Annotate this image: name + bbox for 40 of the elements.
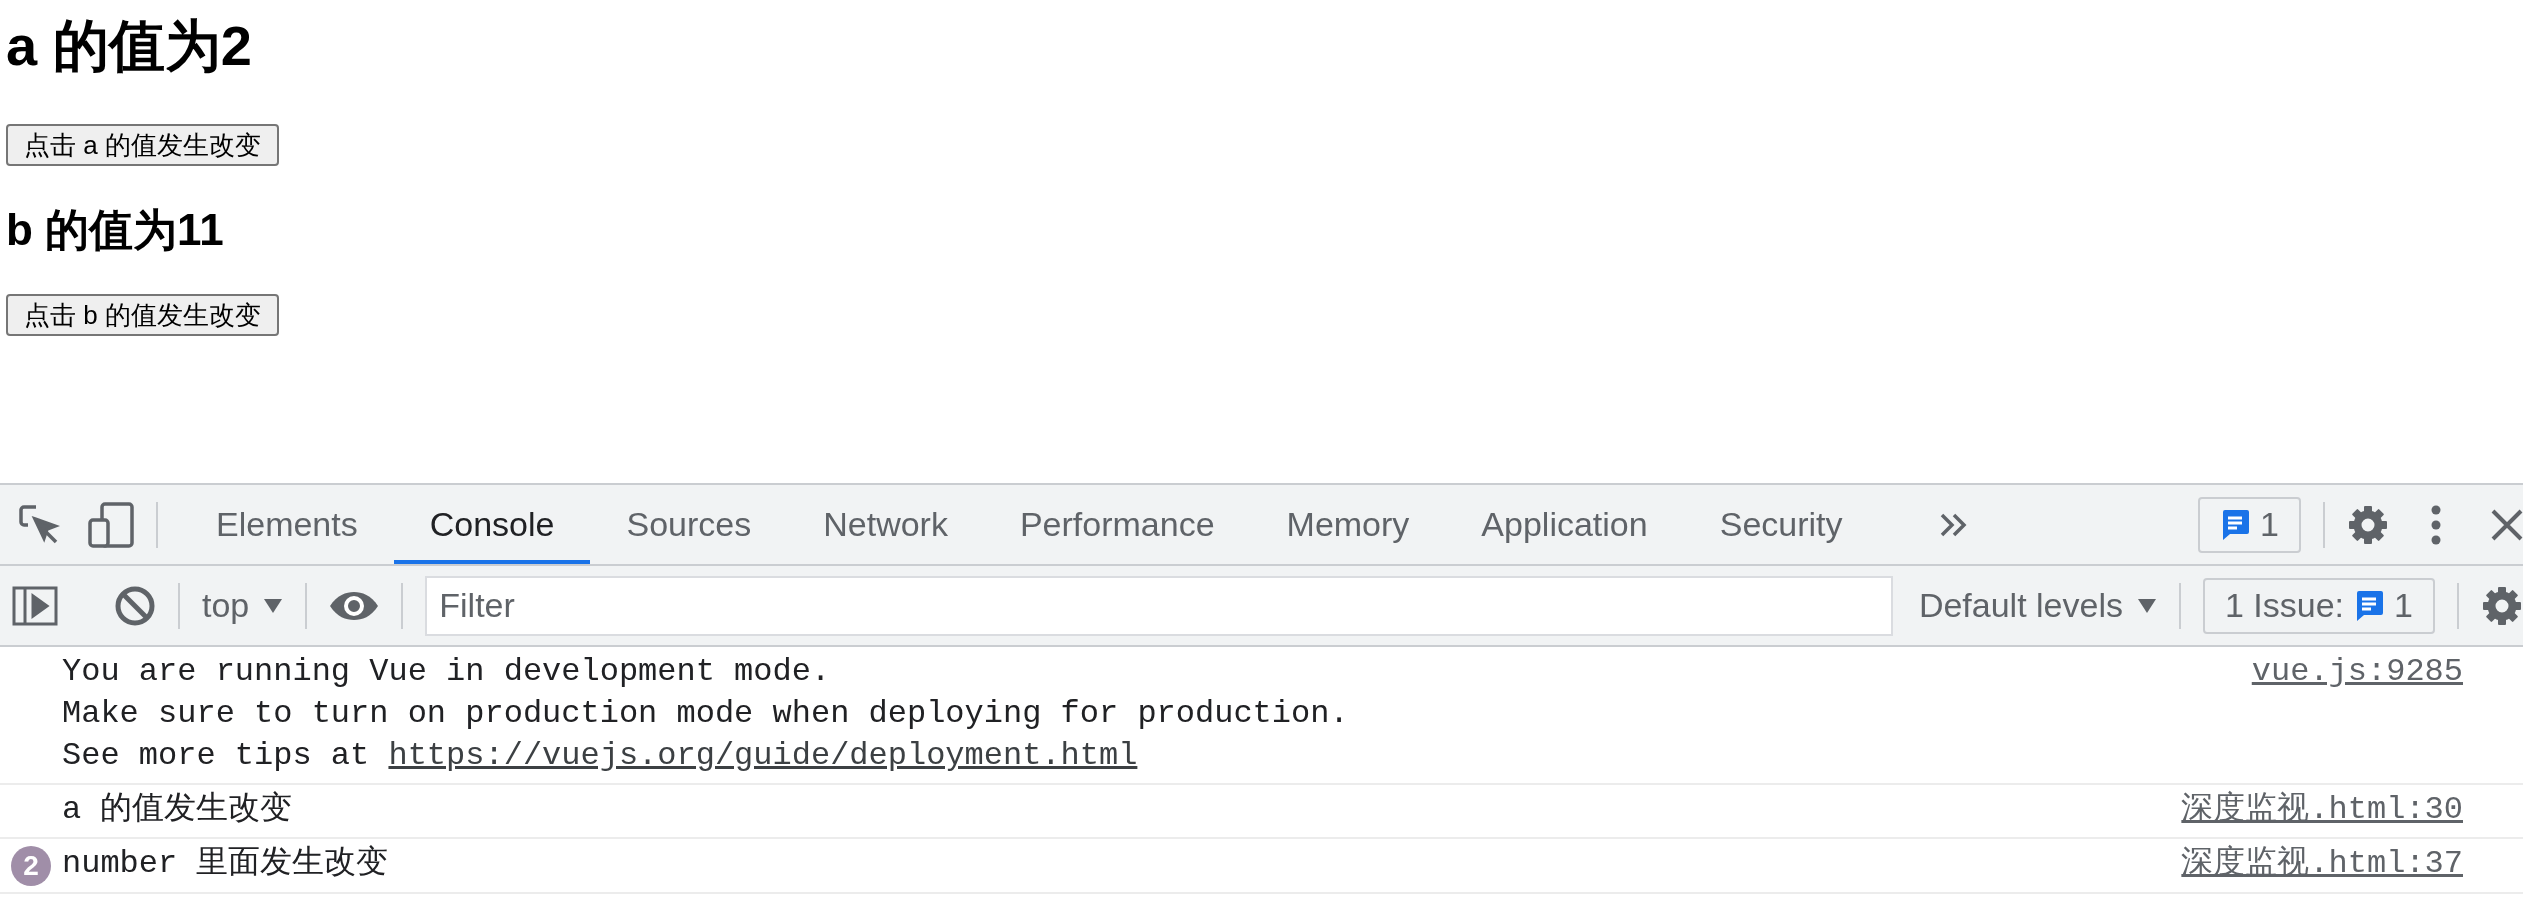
- repeat-count-badge: 2: [11, 846, 51, 886]
- issues-button[interactable]: 1 Issue: 1: [2203, 577, 2435, 634]
- inspect-element-icon[interactable]: [18, 503, 60, 546]
- devtools-tab[interactable]: Security: [1683, 485, 1879, 564]
- more-tabs-icon[interactable]: [1938, 511, 1969, 538]
- clear-console-icon[interactable]: [114, 584, 156, 627]
- caret-icon: [2137, 597, 2157, 614]
- docs-link[interactable]: https://vuejs.org/guide/deployment.html: [388, 737, 1138, 774]
- filter-field[interactable]: Filter: [425, 575, 1893, 636]
- source-link[interactable]: vue.js:9285: [2251, 651, 2463, 777]
- device-toolbar-icon[interactable]: [88, 501, 134, 548]
- close-icon[interactable]: [2491, 508, 2523, 541]
- console-message: You are running Vue in development mode.: [62, 652, 832, 692]
- source-link[interactable]: 深度监视.html:37: [2181, 843, 2463, 886]
- more-options-icon[interactable]: [2431, 504, 2441, 545]
- console-message: Make sure to turn on production mode when deploying for production.: [62, 694, 1350, 734]
- page-heading: b 的值为11: [6, 204, 225, 256]
- caret-icon: [263, 597, 284, 614]
- message-icon: [2354, 589, 2385, 622]
- log-levels-dropdown[interactable]: Default levels: [1918, 586, 2157, 625]
- source-link[interactable]: 深度监视.html:30: [2181, 789, 2463, 831]
- console-message: number 里面发生改变: [62, 844, 390, 884]
- devtools-tab[interactable]: Elements: [180, 485, 394, 564]
- devtools-tab[interactable]: Performance: [983, 485, 1251, 564]
- console-message: a 的值发生改变: [62, 790, 294, 830]
- devtools-tab[interactable]: Memory: [1250, 485, 1446, 564]
- messages-button[interactable]: 1: [2198, 496, 2301, 553]
- change-value-button[interactable]: 点击 b 的值发生改变: [6, 294, 279, 336]
- devtools-tab[interactable]: Sources: [590, 485, 788, 564]
- page-heading: a 的值为2: [6, 13, 253, 79]
- change-value-button[interactable]: 点击 a 的值发生改变: [6, 124, 279, 166]
- console-settings-icon[interactable]: [2481, 584, 2523, 627]
- devtools-tab[interactable]: Network: [787, 485, 984, 564]
- eye-icon[interactable]: [329, 590, 380, 621]
- settings-icon[interactable]: [2347, 503, 2389, 546]
- sidebar-toggle-icon[interactable]: [12, 585, 58, 626]
- context-selector[interactable]: top: [202, 586, 284, 625]
- console-message: See more tips at: [62, 737, 370, 774]
- message-icon: [2220, 508, 2251, 541]
- devtools-tab[interactable]: Application: [1445, 485, 1684, 564]
